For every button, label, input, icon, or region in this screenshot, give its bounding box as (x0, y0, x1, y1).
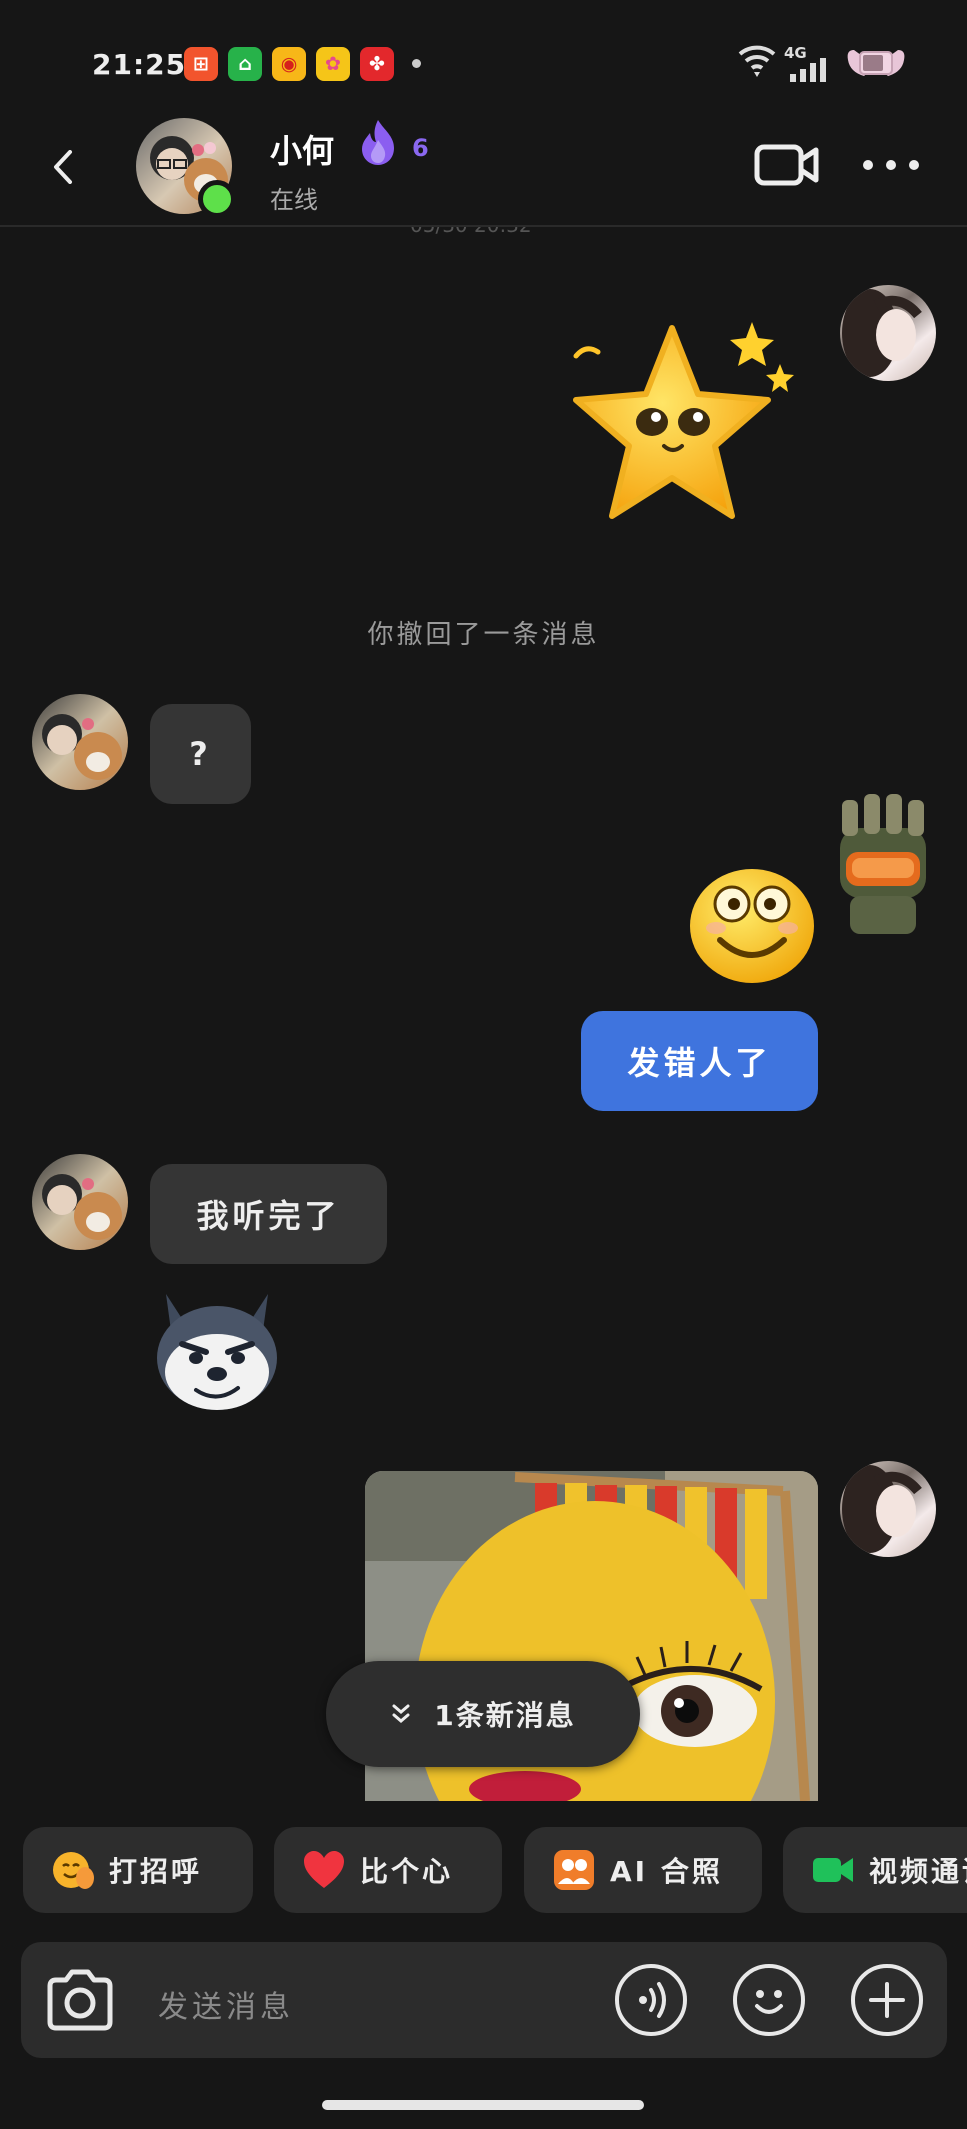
star-sticker[interactable] (572, 300, 800, 545)
recalled-notice: 你撤回了一条消息 (367, 620, 600, 650)
plus-icon (869, 1982, 905, 2018)
voice-icon (639, 1982, 666, 2018)
weibo-icon: ◉ (272, 47, 306, 81)
emoji-icon (755, 1990, 783, 2014)
chat-screen: { "status_bar": { "time": "21:25", "netw… (0, 0, 967, 2129)
battery-icon (847, 50, 905, 76)
signal-icon (790, 58, 826, 82)
new-messages-label: 1条新消息 (434, 1699, 576, 1732)
app-icon-5: ✤ (360, 47, 394, 81)
peer-message-bubble[interactable]: 我听完了 (150, 1164, 387, 1264)
quick-action-ai-photo[interactable]: AI 合照 (524, 1827, 762, 1913)
home-indicator[interactable] (322, 2100, 644, 2110)
double-chevron-down-icon (392, 1704, 410, 1723)
message-input[interactable]: 发送消息 (158, 1982, 294, 2026)
video-call-icon (813, 1858, 853, 1882)
quick-action-video-call[interactable]: 视频通话 (783, 1827, 967, 1913)
app-icon-1: ⊞ (184, 47, 218, 81)
peer-message-bubble[interactable]: ? (150, 704, 251, 804)
self-avatar[interactable] (840, 1461, 936, 1557)
quick-action-label: 打招呼 (109, 1855, 203, 1888)
online-status: 在线 (270, 186, 318, 214)
peer-avatar[interactable] (32, 1154, 128, 1250)
self-avatar[interactable] (840, 285, 936, 381)
soldier-sticker[interactable] (822, 792, 944, 942)
online-indicator (198, 180, 236, 218)
heart-icon (304, 1851, 344, 1888)
video-call-icon[interactable] (754, 140, 820, 190)
peer-avatar[interactable] (32, 694, 128, 790)
quick-action-heart[interactable]: 比个心 (274, 1827, 502, 1913)
camera-icon[interactable] (44, 1966, 116, 2034)
status-bar: 21:25 ⊞ ⌂ ◉ ✿ ✤ 4G (0, 0, 967, 115)
fire-streak-count: 6 (412, 134, 429, 162)
husky-sticker[interactable] (152, 1288, 282, 1414)
smiley-sticker[interactable] (686, 862, 818, 986)
more-options-icon[interactable] (862, 152, 920, 178)
new-messages-button[interactable]: 1条新消息 (326, 1661, 640, 1767)
notification-dot (412, 59, 421, 68)
app-icon-2: ⌂ (228, 47, 262, 81)
self-message-bubble[interactable]: 发错人了 (581, 1011, 818, 1111)
quick-action-label: AI 合照 (610, 1855, 723, 1888)
contact-name[interactable]: 小何 (270, 126, 334, 172)
fire-streak-icon[interactable] (358, 118, 398, 166)
plus-button[interactable] (851, 1964, 923, 2036)
wave-emoji-icon (53, 1852, 94, 1889)
voice-button[interactable] (615, 1964, 687, 2036)
ai-photo-icon (554, 1850, 594, 1890)
app-icon-4: ✿ (316, 47, 350, 81)
wifi-icon (738, 45, 776, 77)
emoji-button[interactable] (733, 1964, 805, 2036)
back-arrow-icon[interactable] (48, 150, 82, 184)
quick-action-label: 比个心 (360, 1855, 454, 1888)
quick-action-greet[interactable]: 打招呼 (23, 1827, 253, 1913)
status-time: 21:25 (92, 48, 187, 81)
quick-action-label: 视频通话 (869, 1855, 967, 1888)
